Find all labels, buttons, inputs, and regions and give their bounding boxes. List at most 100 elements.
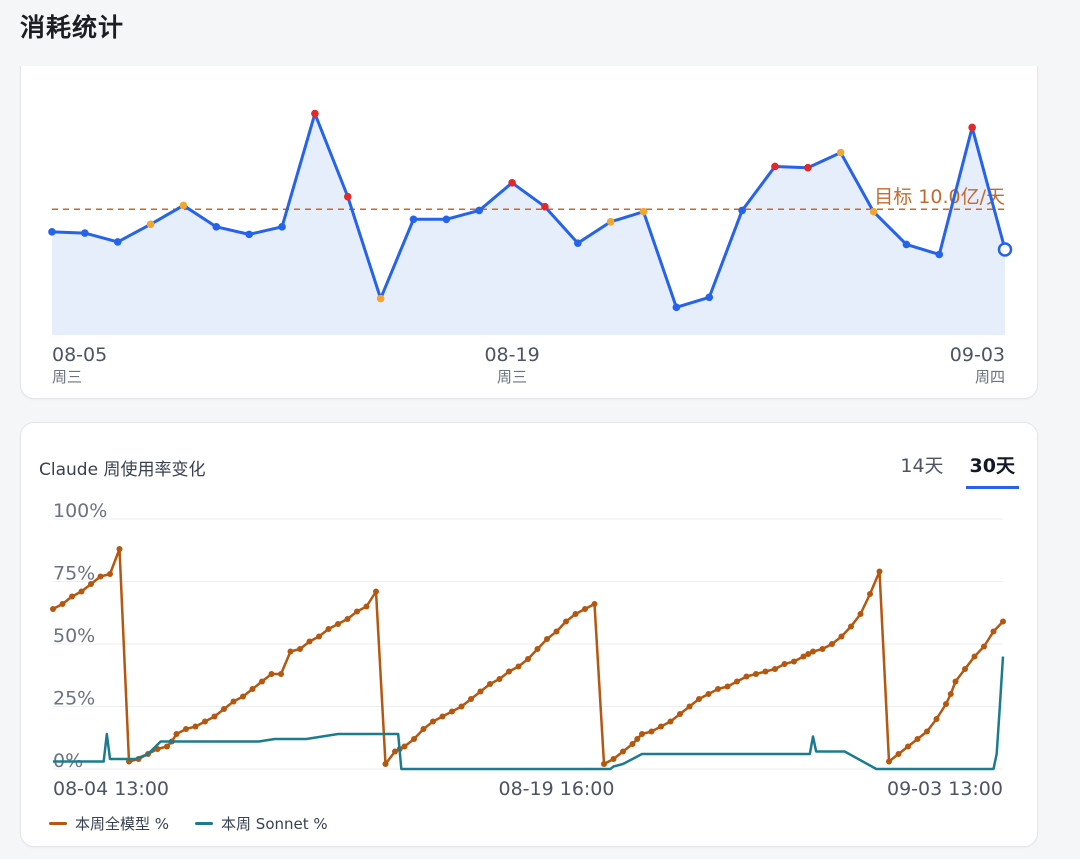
data-point [724,683,731,690]
data-point [335,621,341,627]
data-point [344,616,351,622]
data-point [430,718,436,725]
data-point [819,646,826,652]
data-point [895,751,902,757]
data-point [230,698,237,705]
data-point [686,703,693,710]
data-point [791,658,797,665]
data-point [677,711,683,717]
data-point [401,743,408,750]
data-point [192,723,199,730]
y-tick-label: 75% [53,563,95,585]
data-point [743,673,750,680]
data-point [468,696,474,702]
data-point [572,611,579,617]
data-point [373,588,379,595]
data-point [968,123,976,132]
data-point [705,691,712,697]
data-point [705,293,714,302]
data-point [781,661,788,667]
data-point [306,638,313,645]
y-tick-label: 50% [53,625,95,647]
data-point [59,601,66,607]
data-point [762,668,769,675]
data-point [804,163,812,172]
data-point [772,666,778,672]
data-point [905,743,911,750]
data-point [249,686,256,692]
data-point [259,678,265,685]
data-point [343,192,352,201]
data-point [183,726,189,732]
data-point [278,671,284,677]
legend: 本周全模型 % 本周 Sonnet % [49,813,328,834]
data-point [648,728,655,735]
daily-consumption-chart: 目标 10.0亿/天 08-05 周三 08-19 周三 09-03 周四 [48,109,1013,386]
data-point [857,611,864,617]
data-point [240,693,246,700]
data-point [886,758,892,765]
data-point [869,207,878,216]
x-tick-weekday: 周四 [975,368,1005,386]
data-point [771,162,779,171]
data-point [1000,618,1006,625]
data-point [971,653,978,660]
data-point [601,761,607,767]
data-point [639,731,645,737]
legend-item-sonnet[interactable]: 本周 Sonnet % [195,813,328,834]
data-point [113,238,122,246]
data-point [981,643,987,650]
data-point [935,250,944,259]
data-point [164,743,170,750]
data-point [876,568,883,575]
data-point [838,633,845,640]
data-point [629,741,636,747]
data-point [245,230,253,239]
daily-consumption-card: 目标 10.0亿/天 08-05 周三 08-19 周三 09-03 周四 [20,66,1038,399]
legend-item-all-models[interactable]: 本周全模型 % [49,813,169,834]
data-point [620,748,626,755]
data-point [411,736,417,742]
data-point [382,761,389,767]
data-point [376,294,385,303]
data-point [914,736,921,742]
data-point [146,220,155,229]
data-point [947,691,954,697]
data-point [829,641,835,647]
data-point [449,708,455,715]
data-point [477,688,484,695]
data-point [738,206,746,215]
x-tick-label: 08-19 [484,344,539,366]
weekly-usage-chart: 0%25%50%75%100%08-04 13:00 08-19 16:00 09-… [50,500,1006,800]
data-point [363,603,370,610]
data-point [591,601,598,607]
data-point [107,571,113,577]
data-point [439,713,446,720]
legend-label-sonnet: 本周 Sonnet % [221,815,328,833]
x-tick-label: 08-04 13:00 [53,778,169,800]
data-point [221,706,227,712]
data-point [836,148,845,157]
data-point [179,201,188,210]
data-point [563,618,569,625]
data-point [442,215,451,224]
legend-label-all-models: 本周全模型 % [75,815,170,833]
target-label: 目标 10.0亿/天 [874,186,1005,208]
data-point [173,731,180,737]
data-point [316,633,322,640]
data-point [582,606,588,612]
y-tick-label: 25% [53,688,95,710]
data-point [268,671,275,677]
data-point [458,703,465,710]
data-point [933,716,940,722]
data-point [475,206,484,215]
x-tick-label: 08-05 [52,344,107,366]
data-point [990,628,997,635]
data-point [634,736,641,742]
data-point [658,723,664,730]
data-point [541,202,549,211]
data-point [211,713,218,720]
x-tick-weekday: 周三 [497,368,527,386]
data-point [606,217,615,226]
data-point [50,606,56,612]
